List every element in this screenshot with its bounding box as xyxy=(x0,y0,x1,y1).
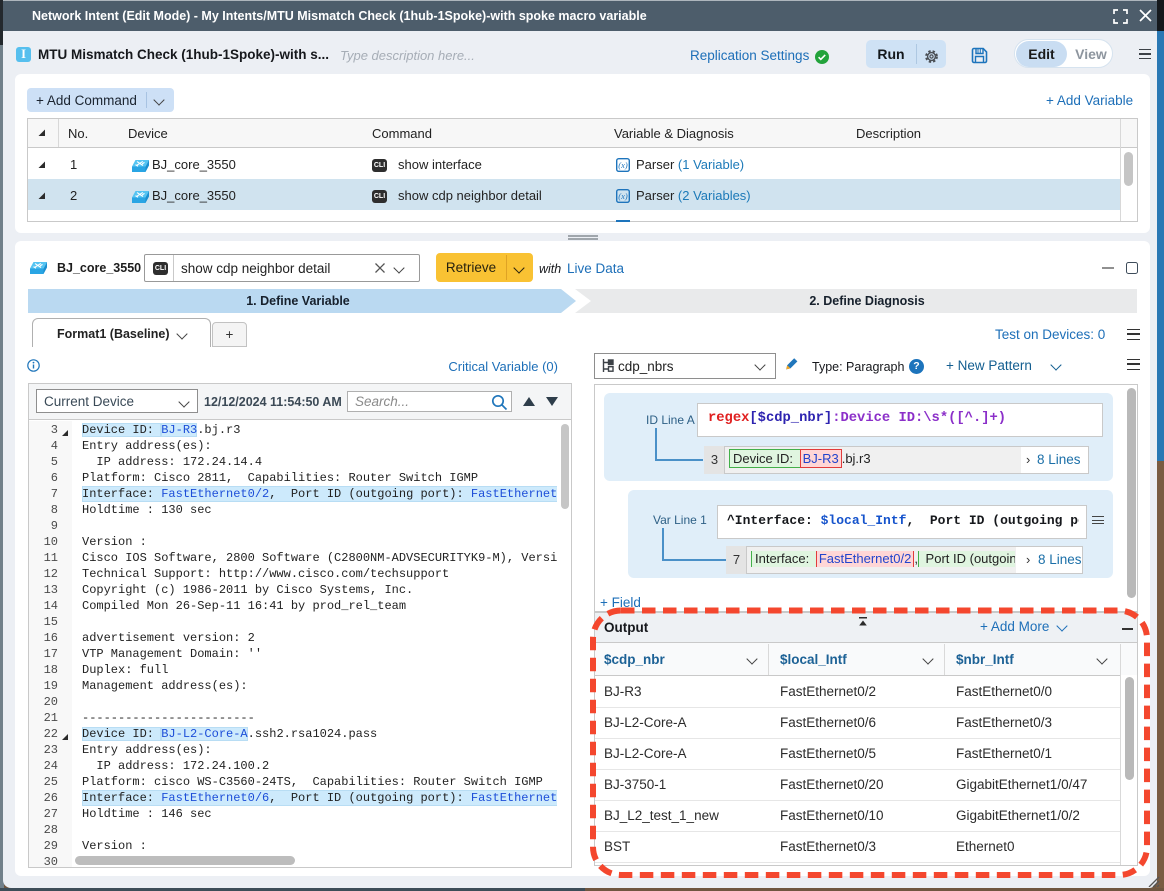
svg-text:(x): (x) xyxy=(618,160,628,170)
svg-text:(x): (x) xyxy=(618,191,628,201)
